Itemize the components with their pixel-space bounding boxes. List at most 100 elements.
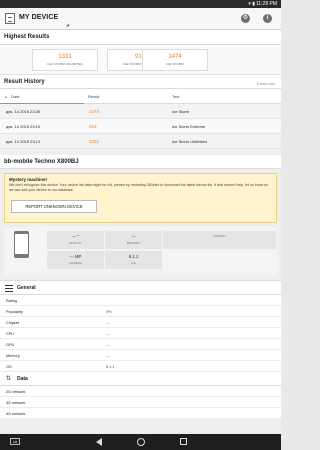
spec-key: OS — [131, 261, 136, 265]
list-item: Popularity 0% — [0, 306, 281, 317]
row-key: CPU — [6, 332, 15, 336]
spec-value: --- " — [72, 234, 79, 239]
data-signal-icon: ⇅ — [6, 376, 12, 382]
row-key: Rating — [6, 299, 17, 303]
list-item: Memory --- — [0, 350, 281, 361]
row-key: Memory — [6, 354, 20, 358]
list-item: Rating — [0, 295, 281, 306]
keyboard-icon[interactable]: ⌨ — [10, 438, 20, 445]
spec-value: 5.1.1 — [128, 254, 139, 259]
spec-display: --- " DISPLAY — [47, 231, 104, 249]
highest-results-scores: 1331 ICE STORM UNLIMITED 919 ICE STORM E… — [0, 45, 281, 75]
device-specs: --- " DISPLAY --- MEMORY CHIPSET --- MP … — [4, 227, 277, 275]
spec-key: CHIPSET — [212, 234, 226, 238]
list-item: 3G network — [0, 397, 281, 408]
column-date[interactable]: Date — [11, 94, 19, 99]
highest-results-title: Highest Results — [4, 34, 50, 40]
app-bar: MY DEVICE ◢ ⚙ i — [0, 8, 281, 30]
list-item: 2G network — [0, 386, 281, 397]
column-test[interactable]: Test — [172, 94, 179, 99]
table-row[interactable]: дек. 14 2015 23:19 919 Ice Storm Extreme — [0, 119, 281, 134]
result-history-title: Result History — [4, 79, 45, 85]
row-test: Ice Storm Unlimited — [172, 139, 207, 144]
report-unknown-device-button[interactable]: REPORT UNKNOWN DEVICE — [11, 200, 97, 213]
row-date: дек. 14 2015 23:26 — [6, 109, 41, 114]
row-result: 919 — [89, 124, 97, 129]
status-time: 11:28 PM — [255, 1, 277, 7]
row-key: 2G network — [6, 390, 26, 394]
row-key: GPU — [6, 343, 15, 347]
score-value: 1474 — [168, 54, 182, 60]
column-result[interactable]: Result — [88, 94, 99, 99]
row-test: Ice Storm Extreme — [172, 124, 206, 129]
data-title: Data — [17, 376, 28, 382]
general-header[interactable]: General — [0, 280, 281, 295]
table-row[interactable]: дек. 14 2015 23:13 1331 Ice Storm Unlimi… — [0, 134, 281, 149]
device-header: bb-mobile Techno X800BJ — [0, 155, 281, 169]
general-title: General — [17, 285, 36, 291]
signal-icon: ▾ ▮ — [248, 1, 255, 7]
dropdown-indicator-icon[interactable]: ◢ — [66, 22, 69, 27]
status-bar: ▾ ▮ 11:28 PM — [0, 0, 281, 8]
score-card-ice-storm-unlimited[interactable]: 1331 ICE STORM UNLIMITED — [32, 49, 98, 71]
spec-chipset: CHIPSET — [163, 231, 276, 249]
score-card-ice-storm[interactable]: 1474 ICE STORM — [142, 49, 208, 71]
list-item: Chipset --- — [0, 317, 281, 328]
spec-memory: --- MEMORY — [105, 231, 162, 249]
navigation-bar: ⌨ — [0, 434, 281, 450]
test-run-count: 3 test runs — [256, 81, 275, 86]
list-item: OS 5.1.1 — [0, 361, 281, 372]
row-value: --- — [106, 354, 110, 358]
device-name: bb-mobile Techno X800BJ — [4, 159, 79, 165]
row-date: дек. 14 2015 23:13 — [6, 139, 41, 144]
app-logo-icon — [5, 13, 15, 24]
row-value: --- — [106, 321, 110, 325]
row-value: 5.1.1 — [106, 365, 115, 369]
notice-body: We don't recognize this device. Your dev… — [9, 183, 268, 192]
spec-key: MEMORY — [126, 241, 141, 245]
row-value: --- — [106, 332, 110, 336]
spec-camera: --- MP CAMERA — [47, 251, 104, 269]
spec-value: --- — [131, 234, 136, 239]
score-label: ICE STORM UNLIMITED — [47, 62, 83, 66]
menu-lines-icon — [5, 285, 13, 292]
table-row[interactable]: дек. 14 2015 23:26 1474 Ice Storm — [0, 104, 281, 119]
main-content[interactable]: Highest Results 1331 ICE STORM UNLIMITED… — [0, 30, 281, 434]
back-icon[interactable] — [96, 438, 102, 446]
score-value: 1331 — [58, 54, 72, 60]
list-item: GPU --- — [0, 339, 281, 350]
phone-icon — [14, 231, 29, 258]
sort-arrow-icon[interactable]: ▲ — [4, 94, 8, 99]
gear-icon[interactable]: ⚙ — [241, 14, 250, 23]
score-label: ICE STORM — [166, 62, 184, 66]
row-key: Popularity — [6, 310, 23, 314]
home-icon[interactable] — [137, 438, 145, 446]
spec-key: DISPLAY — [69, 241, 82, 245]
phone-screen — [15, 234, 28, 254]
result-history-header: Result History 3 test runs — [0, 75, 281, 89]
row-result: 1474 — [89, 109, 100, 114]
row-key: OS — [6, 365, 12, 369]
table-header: ▲ Date Result Test — [0, 89, 281, 104]
recent-apps-icon[interactable] — [180, 438, 187, 445]
unknown-device-notice: Mystery machine! We don't recognize this… — [4, 173, 277, 223]
info-icon[interactable]: i — [263, 14, 272, 23]
result-history-table: ▲ Date Result Test дек. 14 2015 23:26 14… — [0, 89, 281, 149]
row-test: Ice Storm — [172, 109, 190, 114]
spec-os: 5.1.1 OS — [105, 251, 162, 269]
row-key: Chipset — [6, 321, 19, 325]
row-key: 3G network — [6, 401, 26, 405]
spec-value: --- MP — [69, 254, 82, 259]
highest-results-header: Highest Results — [0, 30, 281, 45]
data-header[interactable]: ⇅ Data — [0, 372, 281, 386]
row-date: дек. 14 2015 23:19 — [6, 124, 41, 129]
page-title[interactable]: MY DEVICE — [19, 14, 58, 21]
notice-title: Mystery machine! — [9, 177, 48, 182]
row-value: 0% — [106, 310, 112, 314]
row-result: 1331 — [89, 139, 100, 144]
list-item: CPU --- — [0, 328, 281, 339]
spec-key: CAMERA — [69, 261, 82, 265]
list-item: 4G network — [0, 408, 281, 419]
row-value: --- — [106, 343, 110, 347]
row-key: 4G network — [6, 412, 26, 416]
